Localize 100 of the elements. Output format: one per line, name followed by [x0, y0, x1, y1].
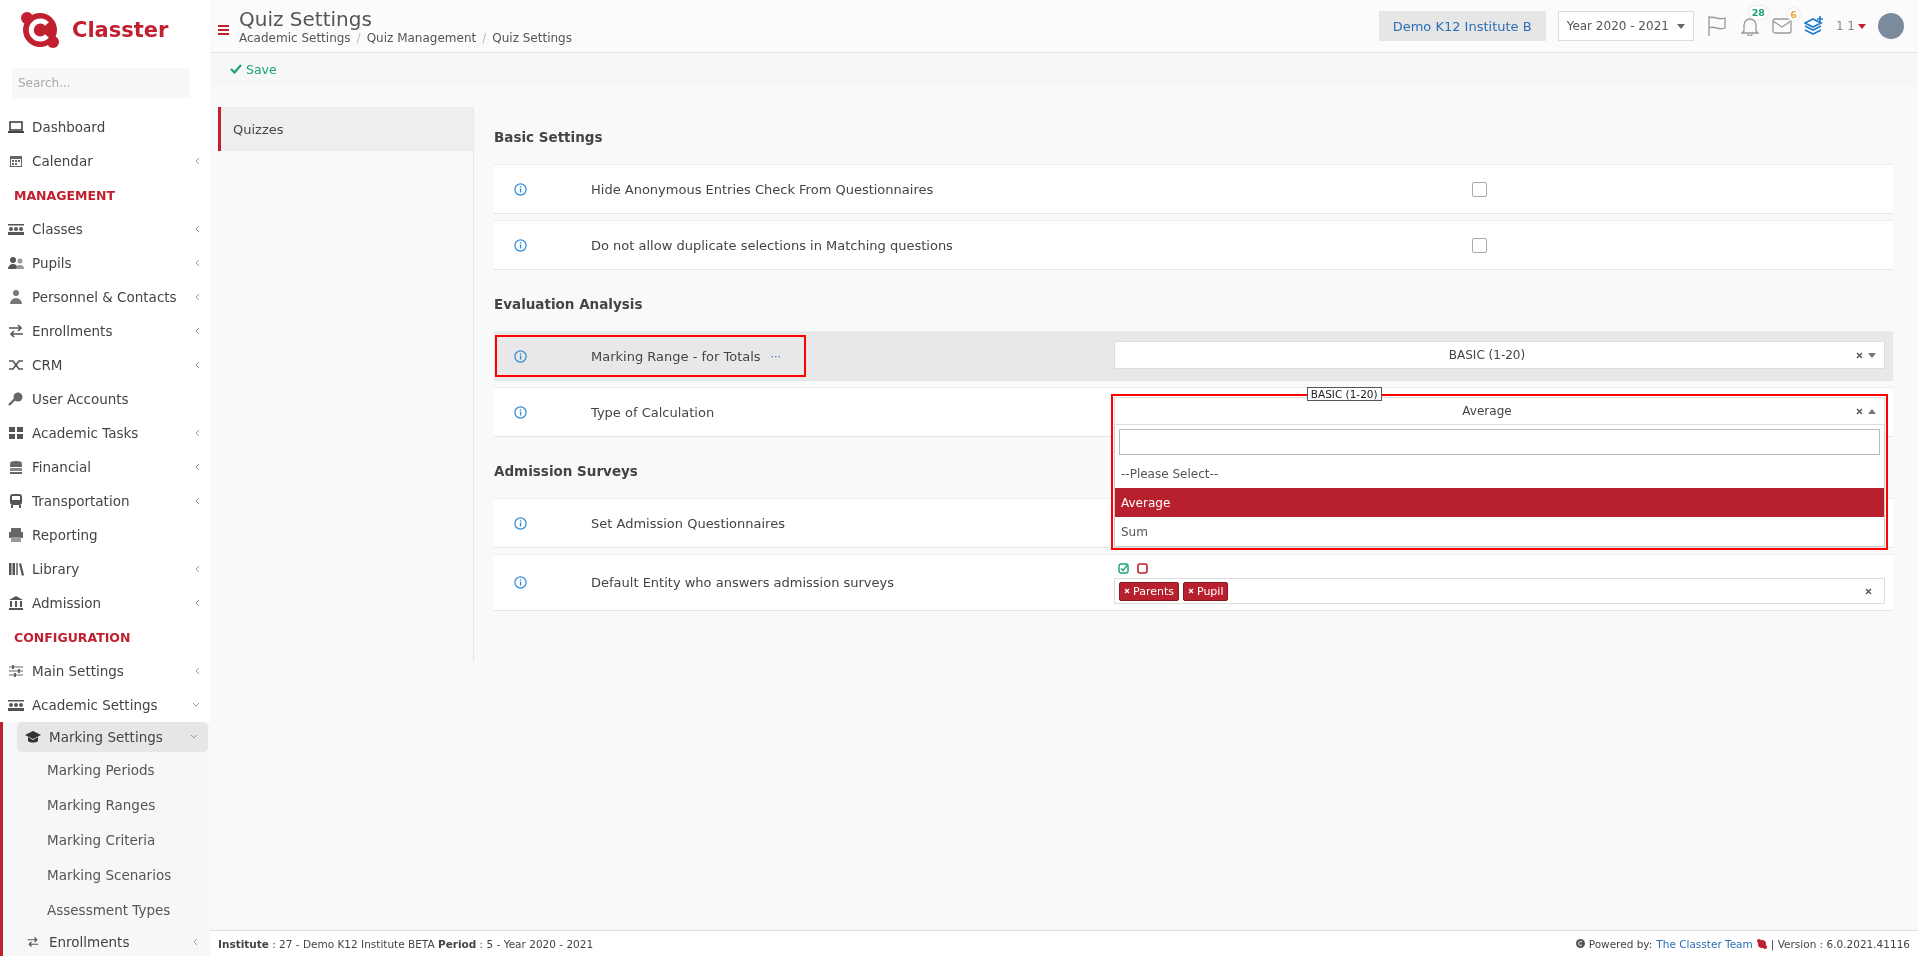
more-link[interactable]: ··· — [770, 349, 782, 363]
year-select[interactable]: Year 2020 - 2021 — [1557, 11, 1694, 41]
nav-item[interactable]: Enrollments — [0, 314, 210, 348]
message-count: 6 — [1787, 8, 1800, 21]
info-icon[interactable] — [514, 182, 527, 196]
checkbox[interactable] — [1472, 181, 1487, 197]
books-icon — [8, 561, 24, 577]
nav-item[interactable]: Main Settings — [0, 654, 210, 688]
people-icon — [8, 255, 24, 271]
menu-icon[interactable] — [218, 25, 229, 35]
nav-item[interactable]: Library — [0, 552, 210, 586]
nav-item[interactable]: CRM — [0, 348, 210, 382]
info-icon[interactable] — [514, 516, 527, 530]
institute-button[interactable]: Demo K12 Institute B — [1378, 11, 1546, 41]
setting-label: Set Admission Questionnaires — [591, 515, 785, 531]
check-all-icon[interactable] — [1118, 563, 1129, 574]
nav-item[interactable]: Transportation — [0, 484, 210, 518]
nav-item[interactable]: Marking Ranges — [3, 787, 210, 822]
nav-item[interactable]: Assessment Types — [3, 892, 210, 927]
chevron-left-icon — [194, 667, 200, 675]
nav-item[interactable]: Marking Criteria — [3, 822, 210, 857]
clear-icon[interactable] — [1865, 587, 1872, 595]
copyright-icon — [1575, 939, 1585, 948]
search-field[interactable]: Search... — [12, 68, 190, 98]
tags-field[interactable]: Parents Pupil — [1114, 578, 1885, 604]
nav-item[interactable]: Dashboard — [0, 110, 210, 144]
user-name[interactable]: 1 1 — [1835, 19, 1855, 33]
grid-icon — [8, 425, 24, 441]
clear-icon[interactable] — [1856, 407, 1863, 415]
select-field[interactable]: BASIC (1-20) — [1114, 341, 1885, 369]
dropdown-option[interactable]: --Please Select-- — [1115, 459, 1884, 488]
nav-item[interactable]: Financial — [0, 450, 210, 484]
select-value: Average — [1461, 404, 1513, 418]
caret-down-icon — [1676, 23, 1685, 29]
tab[interactable]: Quizzes — [218, 107, 473, 151]
shuffle-icon — [8, 357, 24, 373]
nav-item[interactable]: Marking Periods — [3, 752, 210, 787]
chevron-left-icon — [194, 225, 200, 233]
uncheck-all-icon[interactable] — [1137, 563, 1148, 574]
powered-by-text: Powered by: — [1588, 937, 1653, 950]
dropdown-option[interactable]: Sum — [1115, 517, 1884, 546]
printer-icon — [8, 527, 24, 543]
graduation-cap-icon — [25, 730, 41, 744]
layers-plus-icon[interactable] — [1803, 16, 1824, 36]
section-heading: Evaluation Analysis — [494, 294, 643, 314]
info-icon[interactable] — [514, 405, 527, 419]
nav-item[interactable]: Reporting — [0, 518, 210, 552]
chevron-down-icon — [192, 702, 200, 708]
classroom-icon — [8, 221, 24, 237]
setting-label: Marking Range - for Totals — [591, 348, 761, 364]
brand-name: Classter — [72, 18, 169, 42]
breadcrumb-link[interactable]: Quiz Settings — [492, 31, 572, 45]
envelope-icon[interactable] — [1771, 18, 1792, 34]
classroom-icon — [8, 697, 24, 713]
tooltip: BASIC (1-20) — [1306, 387, 1382, 401]
arrows-icon — [8, 323, 24, 339]
person-icon — [8, 289, 24, 305]
checkbox[interactable] — [1472, 237, 1487, 253]
nav-section-heading: CONFIGURATION — [13, 629, 132, 647]
nav-item[interactable]: Marking Settings — [17, 722, 208, 752]
caret-down-icon[interactable] — [1858, 23, 1866, 29]
bell-icon[interactable] — [1739, 16, 1760, 36]
dropdown-search-field[interactable] — [1119, 429, 1880, 455]
setting-label: Hide Anonymous Entries Check From Questionnaires — [591, 181, 934, 197]
avatar[interactable] — [1878, 13, 1904, 39]
chevron-down-icon — [190, 734, 198, 740]
setting-label: Type of Calculation — [591, 404, 715, 420]
chevron-left-icon — [194, 361, 200, 369]
arrows-icon — [25, 936, 41, 948]
clear-icon[interactable] — [1856, 351, 1863, 359]
tag[interactable]: Pupil — [1182, 581, 1229, 601]
chevron-left-icon — [194, 157, 200, 165]
breadcrumb-link[interactable]: Academic Settings — [239, 31, 351, 45]
flag-icon[interactable] — [1705, 15, 1728, 37]
breadcrumb-link[interactable]: Quiz Management — [366, 31, 477, 45]
nav-item[interactable]: Pupils — [0, 246, 210, 280]
nav-item[interactable]: Enrollments — [17, 927, 208, 956]
caret-down-icon — [1868, 352, 1876, 358]
logo-icon — [18, 10, 62, 50]
nav-item[interactable]: Admission — [0, 586, 210, 620]
remove-icon[interactable] — [1124, 588, 1130, 594]
nav-item[interactable]: Marking Scenarios — [3, 857, 210, 892]
nav-item[interactable]: Calendar — [0, 144, 210, 178]
nav-item[interactable]: Classes — [0, 212, 210, 246]
nav-item[interactable]: Academic Tasks — [0, 416, 210, 450]
nav-item[interactable]: Personnel & Contacts — [0, 280, 210, 314]
bus-icon — [8, 493, 24, 509]
nav-item[interactable]: Academic Settings — [0, 688, 210, 722]
chevron-left-icon — [192, 938, 198, 946]
tag[interactable]: Parents — [1119, 581, 1179, 601]
nav-section-heading: MANAGEMENT — [13, 187, 116, 205]
team-link[interactable]: The Classter Team — [1656, 937, 1753, 950]
info-icon[interactable] — [514, 349, 527, 363]
remove-icon[interactable] — [1187, 588, 1194, 594]
chevron-left-icon — [194, 497, 200, 505]
info-icon[interactable] — [514, 576, 527, 589]
dropdown-option[interactable]: Average — [1115, 488, 1884, 517]
nav-item[interactable]: User Accounts — [0, 382, 210, 416]
info-icon[interactable] — [514, 238, 527, 252]
bank-icon — [8, 595, 24, 611]
